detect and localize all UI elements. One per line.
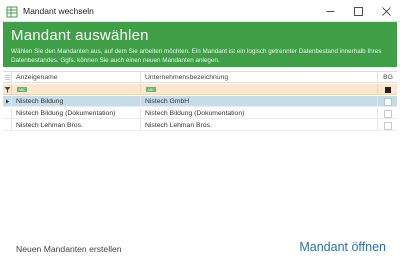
table-row[interactable]: Nistech Bildung (Dokumentation) Nistech … xyxy=(3,108,397,119)
minimize-button[interactable] xyxy=(316,0,344,22)
text-filter-icon: ABC xyxy=(17,87,27,92)
text-filter-icon: ABC xyxy=(146,87,156,92)
bg-checkbox[interactable] xyxy=(384,97,392,106)
open-mandant-button[interactable]: Mandant öffnen xyxy=(299,240,386,254)
close-button[interactable] xyxy=(372,0,400,22)
filter-name-input[interactable]: ABC xyxy=(13,84,141,95)
title-bar: Mandant wechseln xyxy=(0,0,400,22)
cell-company: Nistech GmbH xyxy=(142,96,378,107)
cell-company: Nistech Lehman Bros. xyxy=(142,120,378,131)
page-title: Mandant auswählen xyxy=(11,27,149,44)
row-indicator xyxy=(3,108,12,119)
filter-company-input[interactable]: ABC xyxy=(142,84,378,95)
column-header-company[interactable]: Unternehmensbezeichnung xyxy=(142,72,378,83)
bg-checkbox[interactable] xyxy=(384,121,392,130)
cell-name: Nistech Bildung (Dokumentation) xyxy=(13,108,141,119)
mandant-grid: Anzeigename Unternehmensbezeichnung BG A… xyxy=(3,71,397,231)
cell-bg-checkbox[interactable] xyxy=(379,120,397,131)
filter-bg-checkbox[interactable] xyxy=(379,84,397,95)
svg-text:ABC: ABC xyxy=(147,88,155,92)
cell-company: Nistech Bildung (Dokumentation) xyxy=(142,108,378,119)
close-icon xyxy=(381,6,391,16)
cell-bg-checkbox[interactable] xyxy=(379,96,397,107)
cell-name: Nistech Lehman Bros. xyxy=(13,120,141,131)
grid-app-icon xyxy=(6,5,18,17)
row-indicator xyxy=(3,96,12,107)
filter-bg-checkbox-mark xyxy=(385,86,391,93)
filter-icon-cell xyxy=(3,84,12,95)
window-title: Mandant wechseln xyxy=(23,5,94,16)
row-indicator xyxy=(3,120,12,131)
table-row[interactable]: Nistech Bildung Nistech GmbH xyxy=(3,96,397,107)
minimize-icon xyxy=(326,10,334,12)
cell-name: Nistech Bildung xyxy=(13,96,141,107)
column-chooser-handle[interactable] xyxy=(3,72,12,83)
maximize-button[interactable] xyxy=(344,0,372,22)
filter-row: ABC ABC xyxy=(3,84,397,95)
create-mandant-link[interactable]: Neuen Mandanten erstellen xyxy=(16,244,122,254)
column-header-bg[interactable]: BG xyxy=(379,72,397,83)
bg-checkbox[interactable] xyxy=(384,109,392,118)
cell-bg-checkbox[interactable] xyxy=(379,108,397,119)
maximize-icon xyxy=(353,6,363,16)
grid-header-row: Anzeigename Unternehmensbezeichnung BG xyxy=(3,72,397,83)
svg-text:ABC: ABC xyxy=(18,88,26,92)
table-row[interactable]: Nistech Lehman Bros. Nistech Lehman Bros… xyxy=(3,120,397,131)
filter-icon xyxy=(4,87,11,93)
grip-icon xyxy=(5,75,10,80)
current-row-arrow-icon xyxy=(6,99,9,104)
column-header-name[interactable]: Anzeigename xyxy=(13,72,141,83)
page-description: Wählen Sie den Mandanten aus, auf dem Si… xyxy=(11,48,382,64)
header-banner: Mandant auswählen Wählen Sie den Mandant… xyxy=(3,22,397,67)
